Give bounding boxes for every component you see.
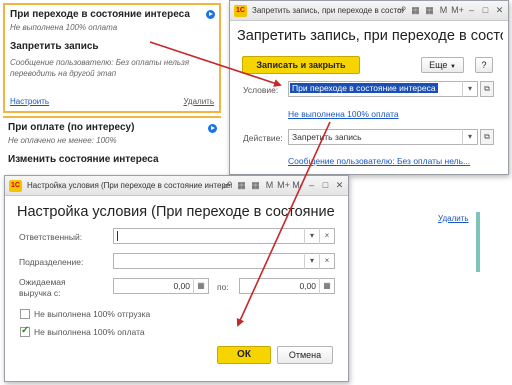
calculator-icon[interactable]: ▦ xyxy=(249,179,262,192)
rule-card-title: При оплате (по интересу) xyxy=(8,122,135,133)
revenue-from-value: 0,00 xyxy=(173,281,190,291)
window-controls: ☍ ▦ ▦ M M+ M- – □ ✕ xyxy=(220,179,346,193)
close-icon[interactable]: ✕ xyxy=(333,179,346,192)
action-value: Запретить запись xyxy=(292,132,362,142)
responsible-label: Ответственный: xyxy=(19,232,83,242)
department-field[interactable]: ▾ × xyxy=(113,253,335,269)
save-and-close-button[interactable]: Записать и закрыть xyxy=(242,56,360,74)
app-logo-icon: 1С xyxy=(9,180,22,192)
condition-setup-link[interactable]: Не выполнена 100% оплата xyxy=(288,109,399,119)
rule-card-title: При переходе в состояние интереса xyxy=(10,9,190,20)
help-button[interactable]: ? xyxy=(475,57,493,73)
chevron-down-icon[interactable]: ▾ xyxy=(462,81,477,97)
form-title: Запретить запись, при переходе в состоян… xyxy=(237,28,503,44)
condition-setup-window: 1С Настройка условия (При переходе в сос… xyxy=(4,175,349,382)
chevron-down-icon: ▼ xyxy=(449,64,456,70)
department-label: Подразделение: xyxy=(19,257,84,267)
revenue-from-field[interactable]: 0,00 ▦ xyxy=(113,278,209,294)
chevron-down-icon[interactable]: ▾ xyxy=(304,228,319,244)
text-cursor xyxy=(117,231,118,241)
window-titlebar[interactable]: 1С Запретить запись, при переходе в сост… xyxy=(230,1,508,21)
minimize-icon[interactable]: – xyxy=(305,179,318,192)
condition-label: Условие: xyxy=(243,85,279,95)
condition-value: При переходе в состояние интереса xyxy=(290,83,438,93)
calendar-icon[interactable]: ▦ xyxy=(409,4,422,17)
revenue-to-value: 0,00 xyxy=(299,281,316,291)
window-titlebar[interactable]: 1С Настройка условия (При переходе в сос… xyxy=(5,176,348,196)
window-title: Запретить запись, при переходе в состоян… xyxy=(252,6,404,15)
revenue-to-field[interactable]: 0,00 ▦ xyxy=(239,278,335,294)
clear-icon[interactable]: × xyxy=(319,228,334,244)
link-icon[interactable]: ☍ xyxy=(221,179,234,192)
ok-button[interactable]: ОК xyxy=(217,346,271,364)
more-label: Еще xyxy=(429,60,448,70)
payment-checkbox[interactable] xyxy=(20,325,30,337)
background-scroll-accent xyxy=(476,212,480,272)
memory-icon[interactable]: M xyxy=(263,179,276,192)
revenue-to-label: по: xyxy=(217,282,229,292)
maximize-icon[interactable]: □ xyxy=(319,179,332,192)
prohibit-write-window: 1С Запретить запись, при переходе в сост… xyxy=(229,0,509,175)
rule-card-condition: Не выполнена 100% оплата xyxy=(10,23,118,32)
link-icon[interactable]: ☍ xyxy=(395,4,408,17)
rule-card-links: Настроить Удалить xyxy=(10,97,214,108)
close-icon[interactable]: ✕ xyxy=(493,4,506,17)
clear-icon[interactable]: × xyxy=(319,253,334,269)
memory-plus-icon[interactable]: M+ xyxy=(277,179,290,192)
interest-rules-list: При переходе в состояние интереса Не вып… xyxy=(0,0,225,200)
rule-card-selected[interactable]: При переходе в состояние интереса Не вып… xyxy=(3,3,221,113)
minimize-icon[interactable]: – xyxy=(465,4,478,17)
memory-plus-icon[interactable]: M+ xyxy=(451,4,464,17)
open-icon[interactable]: ⧉ xyxy=(480,81,494,97)
rule-card-condition: Не оплачено не менее: 100% xyxy=(8,136,117,145)
window-controls: ☍ ▦ ▦ M M+ – □ ✕ xyxy=(394,4,506,18)
calculator-icon[interactable]: ▦ xyxy=(423,4,436,17)
expected-revenue-label: Ожидаемая xyxy=(19,277,66,287)
app-logo-icon: 1С xyxy=(234,5,247,17)
calculator-icon[interactable]: ▦ xyxy=(319,278,334,294)
more-button[interactable]: Еще ▼ xyxy=(421,57,464,73)
calculator-icon[interactable]: ▦ xyxy=(193,278,208,294)
calendar-icon[interactable]: ▦ xyxy=(235,179,248,192)
setup-link[interactable]: Настроить xyxy=(10,97,49,106)
memory-icon[interactable]: M xyxy=(437,4,450,17)
background-table xyxy=(349,213,477,313)
chevron-down-icon[interactable]: ▾ xyxy=(304,253,319,269)
chevron-down-icon[interactable]: ▾ xyxy=(462,129,477,145)
payment-checkbox-label[interactable]: Не выполнена 100% оплата xyxy=(34,327,145,337)
open-icon[interactable]: ⧉ xyxy=(480,129,494,145)
shipment-checkbox-label[interactable]: Не выполнена 100% отгрузка xyxy=(34,309,150,319)
action-label: Действие: xyxy=(243,133,283,143)
cancel-button[interactable]: Отмена xyxy=(277,346,333,364)
rule-card-action: Запретить запись xyxy=(10,41,99,52)
memory-minus-icon[interactable]: M- xyxy=(291,179,304,192)
expected-revenue-label-2: выручка с: xyxy=(19,288,61,298)
background-delete-link[interactable]: Удалить xyxy=(438,214,469,223)
rule-card-action: Изменить состояние интереса xyxy=(8,154,159,165)
window-title: Настройка условия (При переходе в состоя… xyxy=(27,181,232,190)
maximize-icon[interactable]: □ xyxy=(479,4,492,17)
action-field[interactable]: Запретить запись ▾ xyxy=(288,129,478,145)
form-title: Настройка условия (При переходе в состоя… xyxy=(17,204,339,220)
condition-field[interactable]: При переходе в состояние интереса ▾ xyxy=(288,81,478,97)
shipment-checkbox[interactable] xyxy=(20,309,30,319)
play-icon[interactable] xyxy=(206,10,215,19)
responsible-field[interactable]: ▾ × xyxy=(113,228,335,244)
delete-link[interactable]: Удалить xyxy=(183,97,214,106)
rule-card-message: Сообщение пользователю: Без оплаты нельз… xyxy=(10,58,190,78)
user-message-link[interactable]: Сообщение пользователю: Без оплаты нель.… xyxy=(288,156,470,166)
play-icon[interactable] xyxy=(208,124,217,133)
